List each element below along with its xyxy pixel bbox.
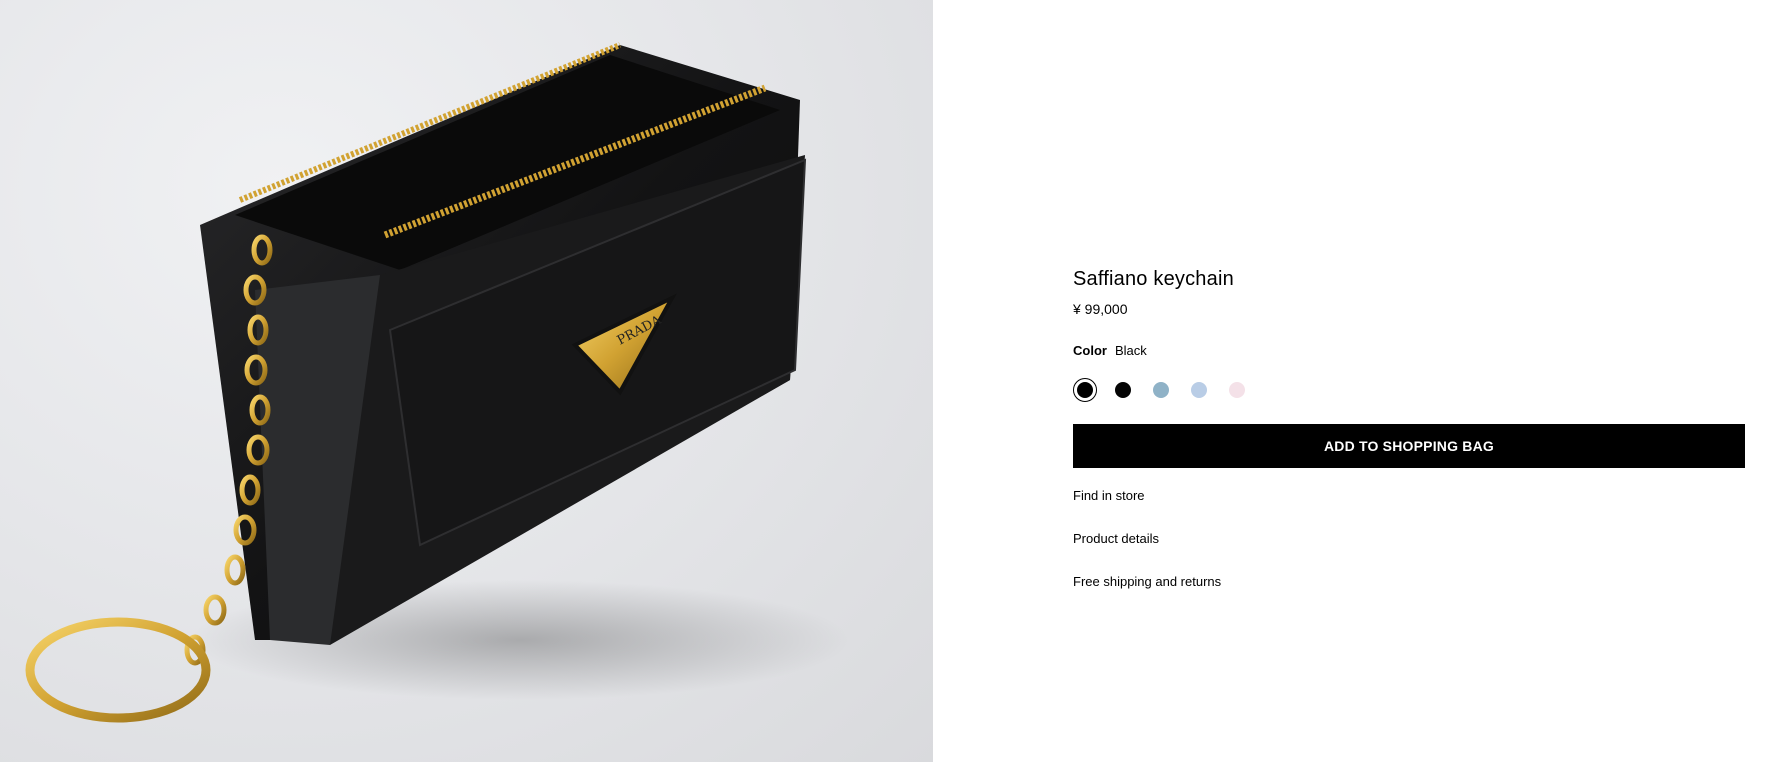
- find-in-store-link[interactable]: Find in store: [1073, 488, 1745, 503]
- selected-color: Black: [1114, 343, 1147, 358]
- swatch-color: [1191, 382, 1207, 398]
- product-info: Saffiano keychain ¥ 99,000 Color Black A…: [1073, 268, 1745, 589]
- swatch-color: [1229, 382, 1245, 398]
- swatch-black-selected[interactable]: [1073, 378, 1097, 402]
- product-details-link[interactable]: Product details: [1073, 531, 1745, 546]
- swatch-cornflower[interactable]: [1187, 378, 1211, 402]
- keychain-wallet-illustration: PRADA: [25, 42, 850, 723]
- swatch-black[interactable]: [1111, 378, 1135, 402]
- product-title: Saffiano keychain: [1073, 268, 1234, 290]
- color-label: Color: [1073, 343, 1107, 358]
- add-to-bag-button[interactable]: ADD TO SHOPPING BAG: [1073, 424, 1745, 468]
- product-page: PRADA Saffiano keychain ¥ 99,000 Color B…: [0, 0, 1778, 762]
- swatch-light-blue[interactable]: [1149, 378, 1173, 402]
- swatch-pink[interactable]: [1225, 378, 1249, 402]
- swatch-color: [1153, 382, 1169, 398]
- swatch-color: [1115, 382, 1131, 398]
- product-image[interactable]: PRADA: [0, 0, 933, 762]
- shipping-link[interactable]: Free shipping and returns: [1073, 574, 1745, 589]
- color-row: Color Black: [1073, 343, 1745, 358]
- product-price: ¥ 99,000: [1073, 301, 1128, 317]
- swatch-color: [1077, 382, 1093, 398]
- color-swatches: [1073, 378, 1745, 402]
